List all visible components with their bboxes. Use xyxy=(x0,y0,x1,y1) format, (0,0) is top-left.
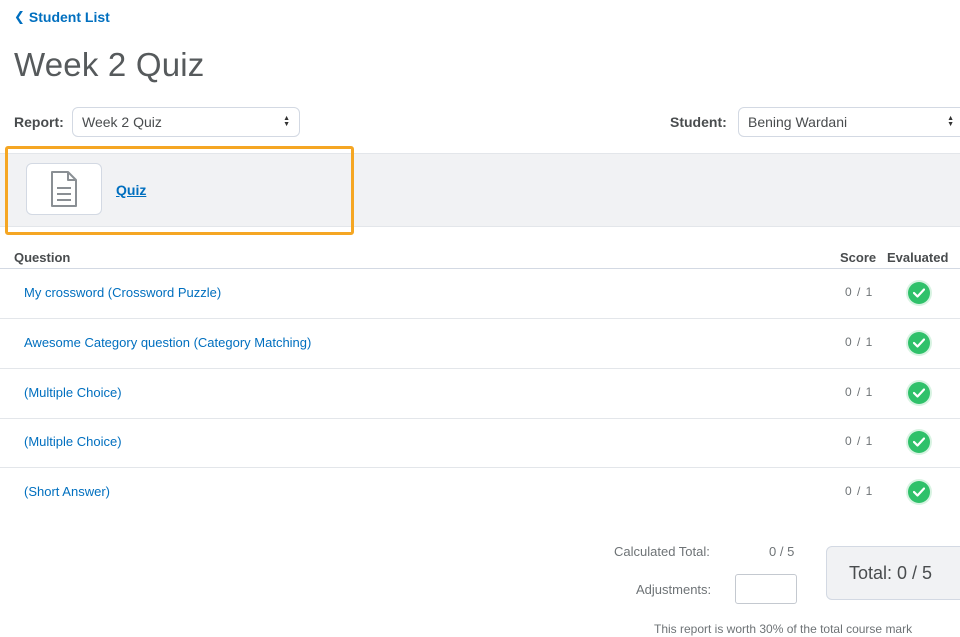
table-header: Question Score Evaluated xyxy=(0,248,960,269)
back-link-label: Student List xyxy=(28,9,110,25)
total-score-box: Total: 0 / 5 xyxy=(826,546,960,600)
table-row: (Short Answer) 0 / 1 xyxy=(0,468,960,518)
select-arrows-icon: ▲ ▼ xyxy=(283,115,290,128)
report-select[interactable]: Week 2 Quiz ▲ ▼ xyxy=(72,107,300,137)
total-score-label: Total: 0 / 5 xyxy=(849,562,933,583)
table-row: (Multiple Choice) 0 / 1 xyxy=(0,418,960,468)
question-link[interactable]: (Multiple Choice) xyxy=(24,385,122,400)
calculated-total-value: 0 / 5 xyxy=(769,544,795,559)
student-select-value: Bening Wardani xyxy=(748,114,848,130)
question-link[interactable]: (Multiple Choice) xyxy=(24,434,122,449)
evaluated-check-icon xyxy=(908,481,930,503)
question-link[interactable]: Awesome Category question (Category Matc… xyxy=(24,335,311,350)
table-row: My crossword (Crossword Puzzle) 0 / 1 xyxy=(0,269,960,319)
question-link[interactable]: (Short Answer) xyxy=(24,484,110,499)
adjustments-input[interactable] xyxy=(735,574,797,604)
question-score: 0 / 1 xyxy=(845,434,874,448)
report-weight-note: This report is worth 30% of the total co… xyxy=(654,622,913,636)
question-score: 0 / 1 xyxy=(845,285,874,299)
question-score: 0 / 1 xyxy=(845,484,874,498)
table-row: Awesome Category question (Category Matc… xyxy=(0,319,960,369)
evaluated-check-icon xyxy=(908,282,930,304)
report-select-value: Week 2 Quiz xyxy=(82,114,162,130)
student-select[interactable]: Bening Wardani ▲ ▼ xyxy=(738,107,960,137)
question-link[interactable]: My crossword (Crossword Puzzle) xyxy=(24,285,221,300)
highlight-annotation xyxy=(5,146,354,235)
page-title: Week 2 Quiz xyxy=(14,46,205,83)
adjustments-label: Adjustments: xyxy=(636,582,712,597)
evaluated-check-icon xyxy=(908,332,930,354)
select-arrows-icon: ▲ ▼ xyxy=(947,115,954,128)
chevron-left-icon: ❮ xyxy=(14,9,25,24)
question-score: 0 / 1 xyxy=(845,335,874,349)
table-row: (Multiple Choice) 0 / 1 xyxy=(0,369,960,419)
evaluated-check-icon xyxy=(908,382,930,404)
calculated-total-label: Calculated Total: xyxy=(614,544,710,559)
column-header-score: Score xyxy=(840,250,877,265)
question-score: 0 / 1 xyxy=(845,385,874,399)
column-header-question: Question xyxy=(14,250,71,265)
evaluated-check-icon xyxy=(908,431,930,453)
student-label: Student: xyxy=(670,114,727,130)
column-header-evaluated: Evaluated xyxy=(887,250,949,265)
report-label: Report: xyxy=(14,114,64,130)
back-to-student-list-link[interactable]: ❮ Student List xyxy=(14,9,110,25)
